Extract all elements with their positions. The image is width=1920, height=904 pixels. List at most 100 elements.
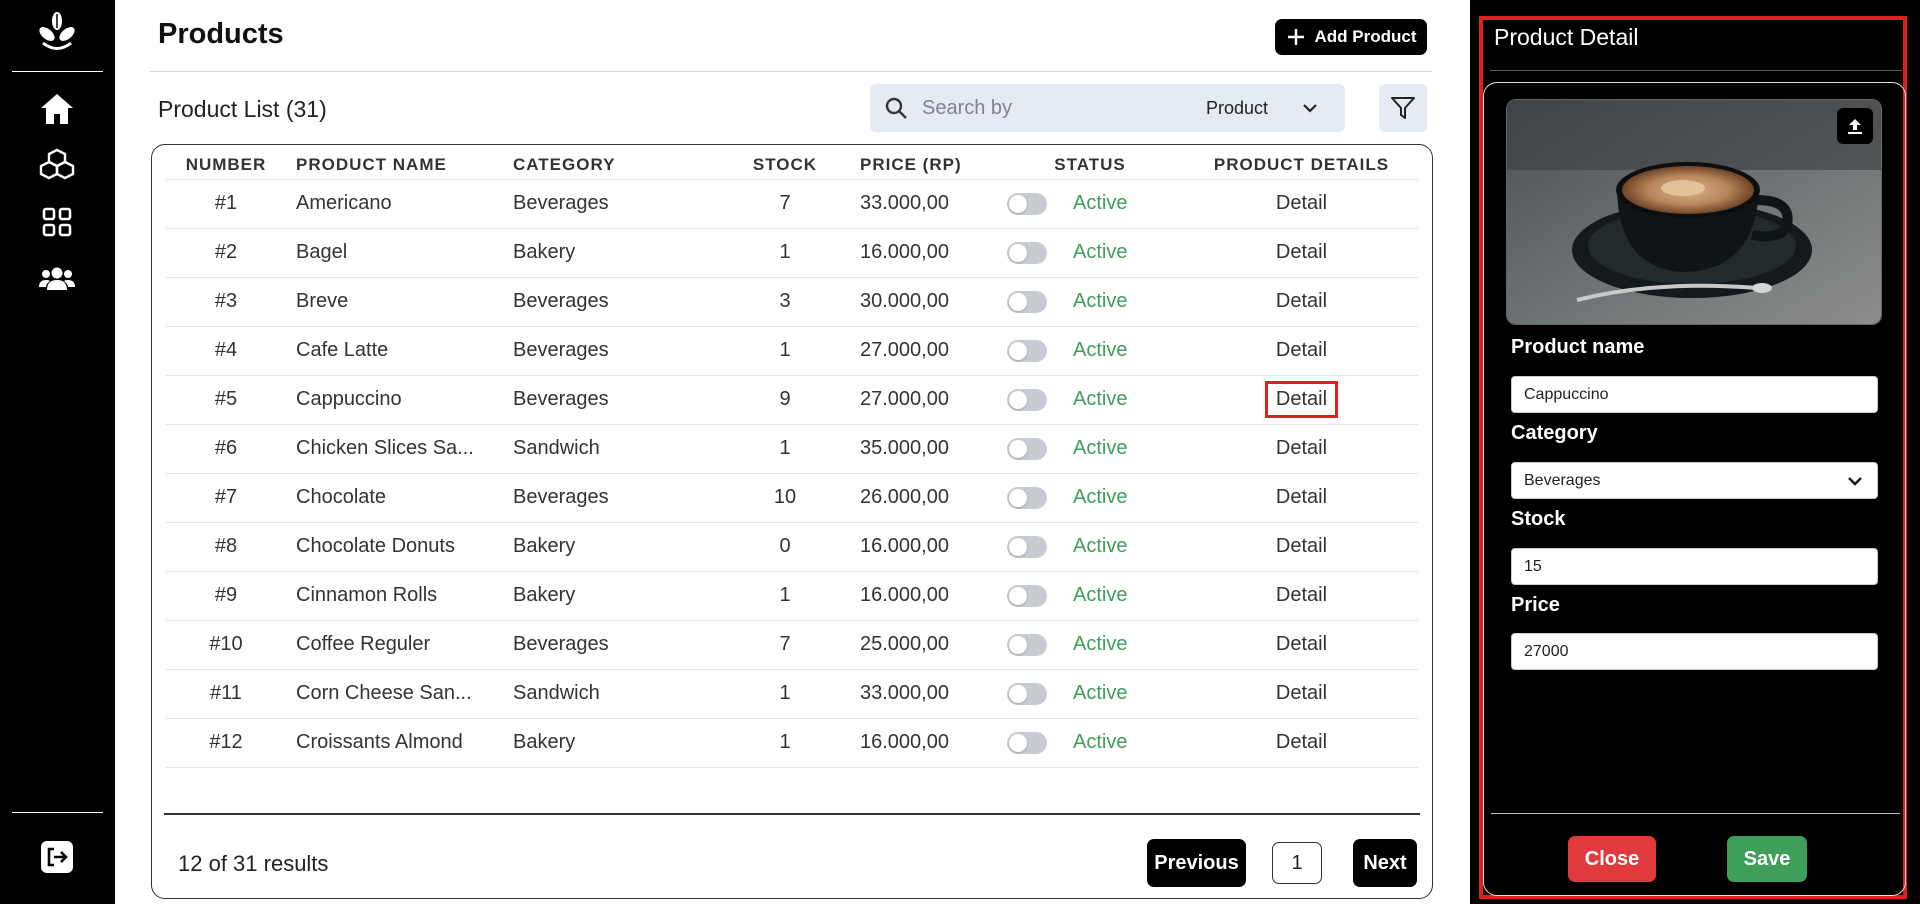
status-toggle[interactable] <box>1007 437 1047 460</box>
search-icon <box>885 97 907 119</box>
upload-icon <box>1848 119 1862 134</box>
row-status-cell: Active <box>995 326 1185 376</box>
category-select[interactable]: Beverages <box>1511 462 1878 499</box>
status-text: Active <box>1073 339 1128 361</box>
nav-home[interactable] <box>38 90 76 128</box>
row-price: 16.000,00 <box>835 228 995 278</box>
detail-link[interactable]: Detail <box>1268 629 1335 660</box>
row-detail-cell: Detail <box>1185 473 1418 523</box>
row-number: #1 <box>166 179 286 229</box>
status-wrap: Active <box>995 290 1185 313</box>
logout-button[interactable] <box>38 838 76 876</box>
status-toggle[interactable] <box>1007 535 1047 558</box>
detail-link[interactable]: Detail <box>1268 286 1335 317</box>
stock-input[interactable] <box>1511 548 1878 585</box>
detail-link[interactable]: Detail <box>1268 335 1335 366</box>
filter-button[interactable] <box>1379 84 1427 132</box>
row-product-name: Corn Cheese San... <box>286 669 513 719</box>
add-product-button[interactable]: Add Product <box>1275 19 1427 55</box>
row-status-cell: Active <box>995 522 1185 572</box>
row-product-name: Americano <box>286 179 513 229</box>
detail-link[interactable]: Detail <box>1268 433 1335 464</box>
nav-products[interactable] <box>38 147 76 185</box>
row-detail-cell: Detail <box>1185 522 1418 572</box>
panel-title-divider <box>1490 70 1902 71</box>
search-field-value: Product <box>1206 97 1269 118</box>
status-toggle[interactable] <box>1007 584 1047 607</box>
status-toggle[interactable] <box>1007 682 1047 705</box>
row-number: #7 <box>166 473 286 523</box>
nav-users[interactable] <box>38 260 76 298</box>
status-text: Active <box>1073 486 1128 508</box>
status-toggle[interactable] <box>1007 388 1047 411</box>
status-wrap: Active <box>995 437 1185 460</box>
column-header-product-name: PRODUCT NAME <box>286 151 513 180</box>
product-image <box>1506 99 1882 325</box>
page-title: Products <box>158 18 284 50</box>
row-status-cell: Active <box>995 669 1185 719</box>
row-detail-cell: Detail <box>1185 326 1418 376</box>
status-wrap: Active <box>995 633 1185 656</box>
status-toggle[interactable] <box>1007 633 1047 656</box>
detail-link[interactable]: Detail <box>1268 237 1335 268</box>
product-table-card: NUMBER PRODUCT NAME CATEGORY STOCK PRICE… <box>151 144 1433 899</box>
row-product-name: Cappuccino <box>286 375 513 425</box>
column-header-stock: STOCK <box>735 151 835 180</box>
main-content: Products Add Product Product List (31) P… <box>115 0 1470 904</box>
detail-link[interactable]: Detail <box>1268 678 1335 709</box>
column-header-number: NUMBER <box>166 151 286 180</box>
save-button[interactable]: Save <box>1727 836 1807 882</box>
status-wrap: Active <box>995 241 1185 264</box>
status-toggle[interactable] <box>1007 339 1047 362</box>
status-toggle[interactable] <box>1007 241 1047 264</box>
table-row: #4 Cafe Latte Beverages 1 27.000,00 Active Det… <box>166 326 1418 376</box>
status-toggle[interactable] <box>1007 290 1047 313</box>
status-toggle[interactable] <box>1007 731 1047 754</box>
detail-link[interactable]: Detail <box>1268 482 1335 513</box>
detail-link[interactable]: Detail <box>1264 381 1339 418</box>
product-list-title: Product List (31) <box>158 96 327 122</box>
table-row: #8 Chocolate Donuts Bakery 0 16.000,00 Active… <box>166 522 1418 572</box>
row-price: 16.000,00 <box>835 571 995 621</box>
table-footer-divider <box>164 813 1420 815</box>
detail-link[interactable]: Detail <box>1268 580 1335 611</box>
row-stock: 1 <box>735 228 835 278</box>
row-stock: 1 <box>735 571 835 621</box>
row-category: Beverages <box>513 375 735 425</box>
row-stock: 0 <box>735 522 835 572</box>
next-page-button[interactable]: Next <box>1353 839 1417 887</box>
detail-link[interactable]: Detail <box>1268 188 1335 219</box>
row-number: #12 <box>166 718 286 768</box>
upload-image-button[interactable] <box>1837 108 1873 144</box>
status-toggle[interactable] <box>1007 192 1047 215</box>
row-number: #5 <box>166 375 286 425</box>
row-detail-cell: Detail <box>1185 277 1418 327</box>
row-category: Bakery <box>513 571 735 621</box>
search-field-select[interactable]: Product <box>1188 84 1345 132</box>
stock-label: Stock <box>1511 508 1566 530</box>
status-wrap: Active <box>995 192 1185 215</box>
status-toggle[interactable] <box>1007 486 1047 509</box>
table-row: #3 Breve Beverages 3 30.000,00 Active Detail <box>166 277 1418 327</box>
row-product-name: Coffee Reguler <box>286 620 513 670</box>
current-page-number[interactable]: 1 <box>1272 842 1322 884</box>
row-price: 16.000,00 <box>835 522 995 572</box>
sidebar-divider-bottom <box>12 812 103 813</box>
product-name-input[interactable] <box>1511 376 1878 413</box>
row-detail-cell: Detail <box>1185 424 1418 474</box>
status-wrap: Active <box>995 486 1185 509</box>
row-detail-cell: Detail <box>1185 669 1418 719</box>
search-input[interactable] <box>922 96 1172 120</box>
detail-link[interactable]: Detail <box>1268 531 1335 562</box>
nav-categories[interactable] <box>38 203 76 241</box>
row-stock: 10 <box>735 473 835 523</box>
close-button[interactable]: Close <box>1568 836 1656 882</box>
row-number: #6 <box>166 424 286 474</box>
status-text: Active <box>1073 584 1128 606</box>
detail-link[interactable]: Detail <box>1268 727 1335 758</box>
previous-page-button[interactable]: Previous <box>1147 839 1246 887</box>
row-status-cell: Active <box>995 228 1185 278</box>
coffee-beans-logo-icon <box>35 10 79 54</box>
price-input[interactable] <box>1511 633 1878 670</box>
home-icon <box>41 94 73 124</box>
